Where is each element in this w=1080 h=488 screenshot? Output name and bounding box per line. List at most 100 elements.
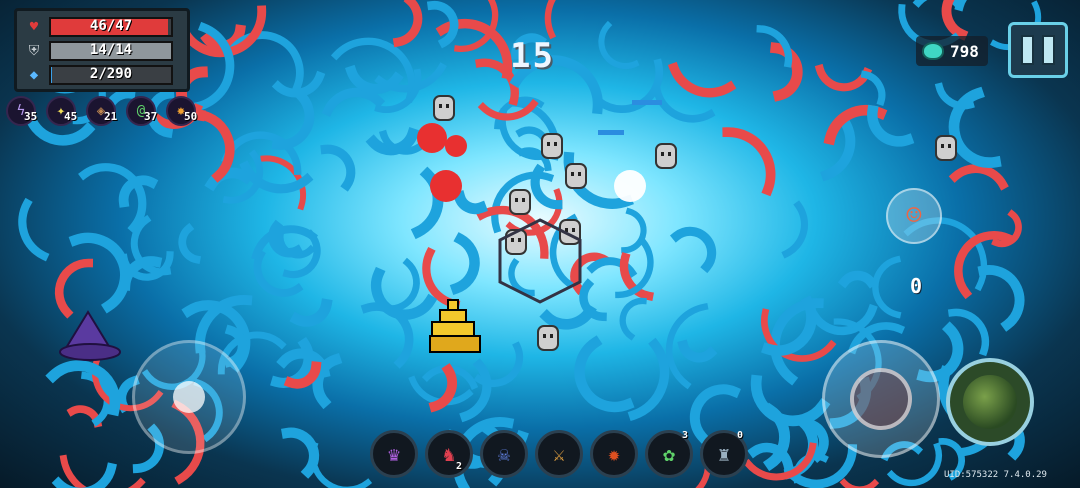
hp-row: ♥ 46/47 — [25, 17, 181, 37]
attack-arc — [627, 337, 670, 422]
hp-bar: 46/47 — [49, 17, 173, 37]
pet-count: 0 — [736, 430, 743, 441]
combo-counter: 15 — [510, 36, 555, 76]
skill-button[interactable] — [946, 358, 1034, 446]
ghost-enemy — [655, 143, 677, 169]
gem-coin-icon — [922, 42, 944, 60]
attack-arc — [948, 164, 1009, 191]
buff-count: 21 — [104, 110, 118, 123]
pause-icon — [1021, 35, 1034, 65]
smiley-icon: ☺ — [906, 201, 922, 231]
pet-count: 2 — [456, 461, 463, 472]
ghost-enemy — [509, 189, 531, 215]
energy-text: 2/290 — [89, 66, 133, 82]
damage-dash — [632, 100, 662, 105]
attack-arc — [345, 64, 404, 94]
move-joystick[interactable] — [132, 340, 246, 454]
pet-bar: ♛ ♞ 2 ☠ ⚔ ✹ ✿ 3 ♜ 0 — [370, 430, 748, 478]
pet-count: 3 — [681, 430, 688, 441]
diamond-buff-icon: ◈ 21 — [86, 96, 118, 126]
buff-count: 50 — [184, 110, 198, 123]
attack-arc — [544, 0, 557, 40]
damage-dash — [598, 130, 624, 135]
attack-arc — [68, 232, 131, 314]
buff-list: ϟ 35 ✦ 45 ◈ 21 @37 ✸ 50 — [6, 96, 198, 126]
ghost-enemy — [935, 135, 957, 161]
jester-pet-icon[interactable]: ♛ — [370, 430, 418, 478]
weapon-switch-count: 0 — [910, 274, 923, 298]
attack-arc — [321, 87, 386, 117]
emote-button[interactable]: ☺ — [886, 188, 942, 244]
attack-arc — [677, 339, 718, 363]
shield-bar: 14/14 — [49, 41, 173, 61]
attack-arc — [860, 70, 886, 107]
version-label: UID:575322 7.4.0.29 — [944, 470, 1047, 480]
buff-count: 35 — [24, 110, 38, 123]
attack-arc — [54, 258, 94, 319]
attack-arc — [360, 302, 414, 369]
green-slime-pet-icon[interactable]: ✿ 3 — [645, 430, 693, 478]
energy-row: ◆ 2/290 — [25, 65, 181, 85]
star-buff-icon: ✦ 45 — [46, 96, 78, 126]
attack-arc — [539, 303, 597, 330]
energy-bar: 2/290 — [49, 65, 173, 85]
crossed-weapons-pet-icon[interactable]: ⚔ — [535, 430, 583, 478]
attack-arc — [814, 63, 873, 92]
attack-arc — [948, 86, 1002, 168]
ghost-enemy — [565, 163, 587, 189]
pause-button[interactable] — [1008, 22, 1068, 78]
attack-arc — [750, 374, 831, 427]
attack-arc — [839, 478, 880, 488]
attack-arc — [579, 278, 607, 322]
ghost-enemy — [433, 95, 455, 121]
attack-arc — [320, 144, 356, 192]
shield-icon: ⛨ — [28, 43, 40, 59]
coin-value: 798 — [950, 41, 979, 61]
attack-arc — [574, 335, 635, 413]
ghost-enemy — [541, 133, 563, 159]
swirl-buff-icon: @37 — [126, 96, 158, 126]
ghost-enemy — [537, 325, 559, 351]
attack-arc — [598, 20, 640, 70]
attack-arc — [669, 226, 717, 274]
buff-count: 45 — [64, 110, 78, 123]
attack-arc — [667, 61, 737, 98]
skill-icon — [963, 375, 1017, 429]
attack-arc — [178, 222, 202, 264]
shield-text: 14/14 — [89, 42, 133, 58]
witch-hat-enemy — [59, 310, 121, 361]
attack-arc — [977, 265, 1025, 332]
coin-counter: 798 — [916, 36, 988, 66]
attack-arc — [722, 127, 776, 197]
player-stats-panel: ♥ 46/47 ⛨ 14/14 ◆ 2/290 — [14, 8, 190, 92]
fire-claw-buff-icon: ✸ 50 — [166, 96, 198, 126]
hp-text: 46/47 — [89, 18, 133, 34]
attack-arc — [392, 0, 423, 48]
attack-arc — [428, 363, 458, 413]
attack-arc — [452, 190, 488, 215]
heart-icon: ♥ — [29, 19, 39, 35]
red-creature-pet-icon[interactable]: ♞ 2 — [425, 430, 473, 478]
attack-arc — [872, 255, 902, 319]
attack-arc — [621, 207, 647, 254]
attack-arc — [837, 270, 878, 289]
fire-skull-pet-icon[interactable]: ✹ — [590, 430, 638, 478]
attack-arc — [387, 257, 420, 313]
lightning-buff-icon: ϟ 35 — [6, 96, 38, 126]
buff-count: 37 — [144, 110, 158, 123]
knight-pet-icon[interactable]: ♜ 0 — [700, 430, 748, 478]
demon-pet-icon[interactable]: ☠ — [480, 430, 528, 478]
joystick-knob[interactable] — [173, 381, 205, 413]
attack-arc — [449, 232, 480, 295]
attack-arc — [18, 197, 50, 262]
attack-arc — [309, 441, 373, 488]
golden-pile-item — [429, 299, 481, 353]
attack-arc — [619, 297, 647, 341]
crosshair-icon — [850, 368, 912, 430]
attack-arc — [781, 200, 809, 259]
attack-arc — [281, 427, 320, 479]
attack-button[interactable] — [822, 340, 940, 458]
attack-arc — [78, 163, 147, 234]
pause-icon — [1042, 35, 1055, 65]
attack-arc — [954, 0, 967, 12]
